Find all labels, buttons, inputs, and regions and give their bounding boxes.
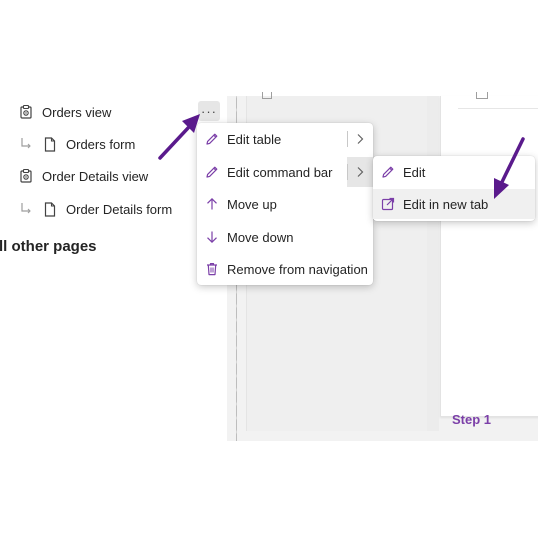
pencil-icon [204, 164, 220, 180]
menu-item-move-up[interactable]: Move up [197, 189, 373, 219]
menu-item-label: Edit in new tab [403, 196, 489, 212]
annotation-arrow-to-more-button [158, 114, 200, 160]
menu-item-label: Move down [227, 229, 294, 245]
canvas-control-icon [476, 92, 488, 99]
child-branch-icon [20, 136, 32, 152]
view-icon [18, 168, 34, 184]
nav-item-orders-form[interactable]: Orders form [20, 133, 135, 155]
pencil-icon [204, 131, 220, 147]
nav-item-label: Orders form [66, 136, 136, 152]
menu-item-label: Edit table [227, 131, 282, 147]
nav-item-order-details-form[interactable]: Order Details form [20, 198, 172, 220]
form-icon [42, 201, 58, 217]
nav-item-order-details-view[interactable]: Order Details view [18, 165, 148, 187]
menu-item-move-down[interactable]: Move down [197, 222, 373, 252]
context-menu: Edit table Edit command bar Move up Move… [197, 123, 373, 285]
nav-group-heading: ll other pages [0, 238, 97, 255]
more-options-button[interactable]: ··· [198, 101, 220, 121]
canvas-grid-dots [227, 433, 538, 435]
child-branch-icon [20, 201, 32, 217]
menu-item-label: Edit command bar [227, 164, 333, 180]
nav-item-orders-view[interactable]: Orders view [18, 101, 111, 123]
chevron-right-icon [357, 134, 364, 144]
page-preview-card[interactable] [440, 96, 538, 417]
menu-item-label: Edit [403, 164, 426, 180]
submenu-item-edit[interactable]: Edit [373, 157, 535, 187]
canvas-gutter [427, 96, 439, 431]
canvas-control-icon [262, 92, 272, 99]
open-in-new-tab-icon [380, 196, 396, 212]
nav-item-label: Order Details view [42, 168, 149, 184]
arrow-up-icon [204, 196, 220, 212]
nav-item-label: Order Details form [66, 201, 173, 217]
pencil-icon [380, 164, 396, 180]
view-icon [18, 104, 34, 120]
submenu-expander[interactable] [347, 157, 373, 187]
command-bar-submenu: Edit Edit in new tab [373, 156, 535, 221]
menu-item-edit-command-bar[interactable]: Edit command bar [197, 157, 373, 187]
separator [347, 131, 348, 147]
submenu-expander[interactable] [347, 124, 373, 154]
nav-item-label: Orders view [42, 104, 112, 120]
trash-icon [204, 261, 220, 277]
separator [347, 164, 348, 180]
page-preview-divider [458, 108, 538, 109]
menu-item-label: Remove from navigation [227, 261, 368, 277]
submenu-item-edit-in-new-tab[interactable]: Edit in new tab [373, 189, 535, 219]
menu-item-edit-table[interactable]: Edit table [197, 124, 373, 154]
arrow-down-icon [204, 229, 220, 245]
form-icon [42, 136, 58, 152]
step-label: Step 1 [452, 412, 492, 427]
chevron-right-icon [357, 167, 364, 177]
menu-item-remove-from-navigation[interactable]: Remove from navigation [197, 254, 373, 284]
menu-item-label: Move up [227, 196, 277, 212]
